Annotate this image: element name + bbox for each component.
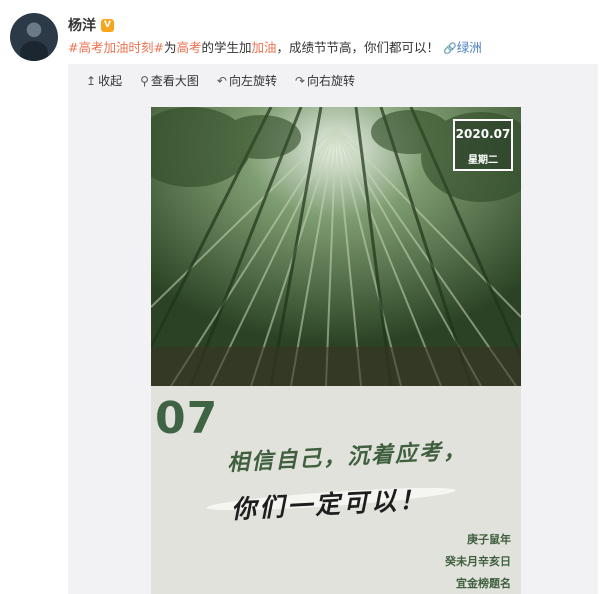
lunar-date: 癸未月辛亥日 [445, 555, 511, 568]
highlight-word: 高考 [176, 40, 202, 55]
bamboo-forest-photo: 2020.07 星期二 [151, 107, 521, 386]
collapse-label: 收起 [98, 74, 123, 88]
rotate-left-icon: ↶ [216, 73, 227, 88]
location-link-icon: 🔗 [443, 42, 457, 55]
collapse-button[interactable]: ↥ 收起 [86, 72, 122, 89]
highlight-word: 加油 [251, 40, 277, 55]
rotate-right-label: 向右旋转 [307, 74, 356, 88]
rotate-right-button[interactable]: ↷ 向右旋转 [295, 72, 355, 89]
post-image[interactable]: 2020.07 星期二 07 相信自己，沉着应考， 你们一定可以！ 庚子鼠年 癸… [151, 107, 521, 594]
date-year-month: 2020.07 [455, 127, 511, 141]
view-large-label: 查看大图 [150, 74, 199, 88]
image-toolbar: ↥ 收起 ⚲ 查看大图 ↶ 向左旋转 ↷ 向右旋转 [86, 72, 355, 89]
date-box: 2020.07 星期二 [453, 119, 513, 171]
rotate-left-label: 向左旋转 [228, 74, 277, 88]
lunar-year: 庚子鼠年 [467, 533, 511, 546]
search-icon: ⚲ [140, 73, 149, 88]
rotate-left-button[interactable]: ↶ 向左旋转 [217, 72, 277, 89]
post-text-part: 的学生加 [201, 40, 252, 55]
post-text-part: 为 [163, 40, 177, 55]
username-row: 杨洋 V [68, 15, 114, 35]
auspicious-note: 宜金榜题名 [456, 577, 511, 590]
slogan-line-2: 你们一定可以！ [230, 484, 428, 525]
rotate-right-icon: ↷ [294, 73, 306, 88]
day-number: 07 [155, 393, 219, 444]
location-link[interactable]: 绿洲 [457, 40, 482, 55]
slogan-line-1: 相信自己，沉着应考， [226, 438, 468, 477]
view-large-button[interactable]: ⚲ 查看大图 [140, 72, 199, 89]
avatar[interactable] [10, 13, 58, 61]
collapse-icon: ↥ [86, 73, 97, 88]
verified-icon: V [101, 18, 114, 32]
username[interactable]: 杨洋 [68, 15, 96, 35]
post-text: #高考加油时刻#为高考的学生加加油，成绩节节高，你们都可以！ 🔗绿洲 [68, 37, 482, 56]
topic-link[interactable]: #高考加油时刻# [68, 40, 164, 55]
date-weekday: 星期二 [468, 155, 498, 166]
post-text-part: ，成绩节节高，你们都可以！ [276, 40, 440, 55]
